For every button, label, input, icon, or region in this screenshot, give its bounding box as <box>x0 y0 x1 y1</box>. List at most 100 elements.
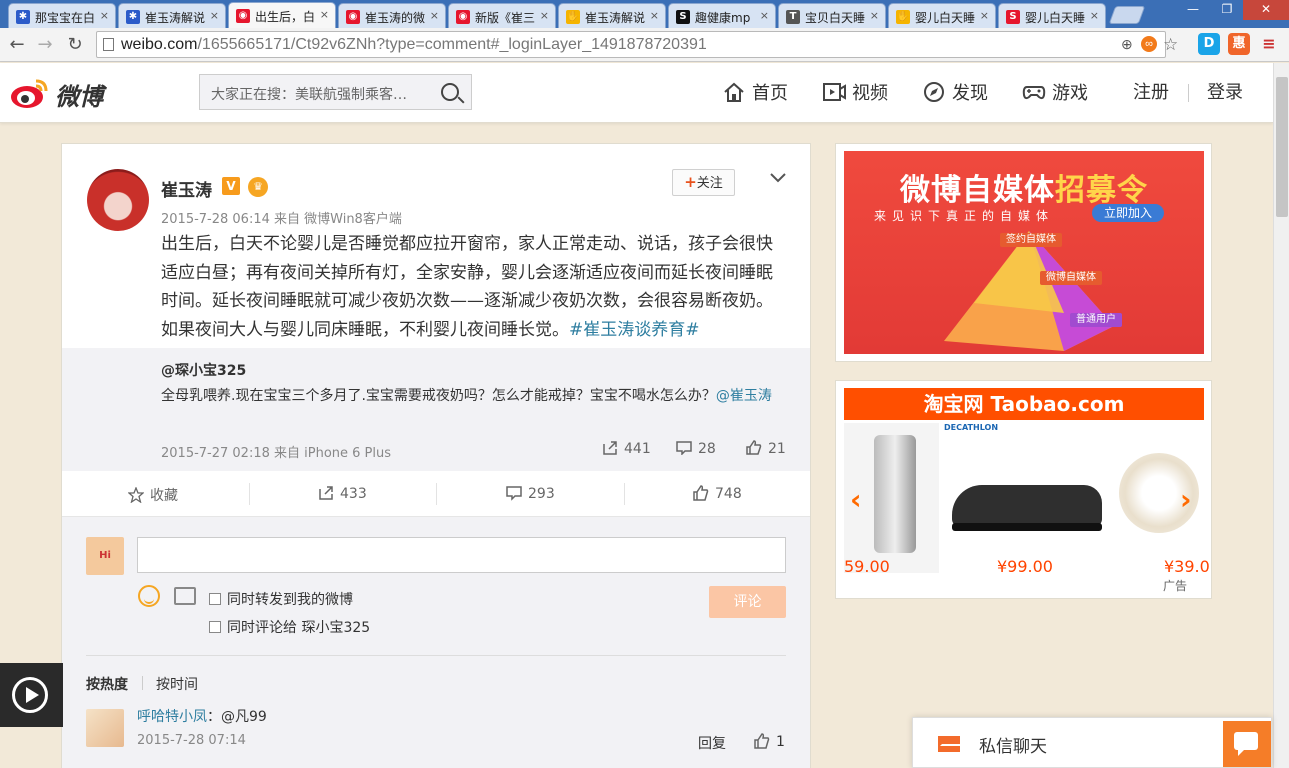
sort-by-hot[interactable]: 按热度 <box>86 674 128 694</box>
browser-tab[interactable]: S 婴儿白天睡 × <box>998 3 1106 28</box>
comment-input[interactable] <box>137 537 786 573</box>
comment-to-checkbox[interactable]: 同时评论给 琛小宝325 <box>209 617 370 637</box>
register-link[interactable]: 注册 <box>1133 81 1169 105</box>
commenter-name[interactable]: 呼哈特小凤 <box>137 709 207 725</box>
carousel-prev-icon[interactable]: ‹ <box>850 483 862 516</box>
reload-button[interactable]: ↻ <box>64 34 86 55</box>
tab-close-icon[interactable]: × <box>760 9 769 22</box>
sidebar-ad-media[interactable]: 微博自媒体招募令 来见识下真正的自媒体 立即加入 签约自媒体 微博自媒体 普通用… <box>835 143 1212 362</box>
weibo-logo-icon[interactable] <box>10 77 50 109</box>
login-link[interactable]: 登录 <box>1207 81 1243 105</box>
carousel-next-icon[interactable]: › <box>1180 483 1192 516</box>
page-scrollbar[interactable] <box>1273 63 1289 768</box>
submit-comment-button[interactable]: 评论 <box>709 586 786 618</box>
comment-section: Hi 同时转发到我的微博 同时评论给 琛小宝325 评论 按热度 按时间 呼哈特… <box>62 517 810 768</box>
weibo-logo-text[interactable]: 微博 <box>55 77 103 112</box>
brand-label: DECATHLON <box>944 423 999 432</box>
media-recruit-banner[interactable]: 微博自媒体招募令 来见识下真正的自媒体 立即加入 签约自媒体 微博自媒体 普通用… <box>844 151 1204 354</box>
extension-infinity-icon[interactable]: ∞ <box>1141 36 1157 52</box>
S-favicon-icon: S <box>1006 10 1020 24</box>
tab-close-icon[interactable]: × <box>980 9 989 22</box>
quoted-user[interactable]: @琛小宝325 <box>161 360 246 380</box>
extension-d-icon[interactable]: D <box>1198 33 1220 55</box>
search-placeholder: 大家正在搜：美联航强制乘客… <box>211 87 407 103</box>
forward-button[interactable]: 433 <box>318 485 367 502</box>
T-favicon-icon: T <box>786 10 800 24</box>
comment-button[interactable]: 293 <box>506 485 555 502</box>
tab-close-icon[interactable]: × <box>100 9 109 22</box>
weibo-favicon-icon: ◉ <box>236 9 250 23</box>
verified-v-badge[interactable]: V <box>222 177 240 195</box>
browser-tab[interactable]: ✱ 那宝宝在白 × <box>8 3 116 28</box>
tab-close-icon[interactable]: × <box>210 9 219 22</box>
taobao-header[interactable]: 淘宝网 Taobao.com <box>844 388 1204 420</box>
quoted-comment[interactable]: 28 <box>676 440 716 457</box>
join-now-button[interactable]: 立即加入 <box>1092 204 1164 222</box>
chevron-down-icon[interactable] <box>768 168 788 188</box>
forward-button[interactable]: → <box>34 34 56 55</box>
my-avatar[interactable]: Hi <box>86 537 124 575</box>
zoom-icon[interactable]: ⊕ <box>1121 32 1133 57</box>
author-name[interactable]: 崔玉涛 <box>161 176 212 201</box>
scrollbar-thumb[interactable] <box>1276 77 1288 217</box>
browser-tab[interactable]: ◉ 崔玉涛的微 × <box>338 3 446 28</box>
search-icon[interactable] <box>441 83 459 101</box>
nav-video[interactable]: 视频 <box>822 81 888 105</box>
tab-close-icon[interactable]: × <box>1090 9 1099 22</box>
image-icon[interactable] <box>174 587 196 605</box>
close-window-button[interactable]: ✕ <box>1243 0 1289 20</box>
tab-close-icon[interactable]: × <box>430 9 439 22</box>
follow-button[interactable]: +关注 <box>672 169 735 196</box>
tab-title: 崔玉涛解说 <box>585 11 646 25</box>
minimize-button[interactable]: — <box>1178 0 1208 20</box>
reply-button[interactable]: 回复 <box>698 733 726 753</box>
emoji-icon[interactable] <box>138 585 160 607</box>
tab-close-icon[interactable]: × <box>320 8 329 21</box>
sort-by-time[interactable]: 按时间 <box>156 674 198 694</box>
url-domain: weibo.com <box>121 36 198 53</box>
sidebar-ad-taobao[interactable]: 淘宝网 Taobao.com DECATHLON 59.00 ¥99.00 ¥3… <box>835 380 1212 599</box>
video-icon <box>823 83 846 101</box>
repost-checkbox[interactable]: 同时转发到我的微博 <box>209 589 353 609</box>
new-tab-button[interactable] <box>1108 6 1146 24</box>
browser-tab[interactable]: ◉ 出生后，白 × <box>228 2 336 29</box>
floating-video-player[interactable] <box>0 663 63 727</box>
browser-tab[interactable]: S 趣健康mp × <box>668 3 776 28</box>
browser-tab[interactable]: ✋ 婴儿白天睡 × <box>888 3 996 28</box>
chat-bubble-icon[interactable] <box>1223 721 1271 767</box>
menu-icon[interactable]: ≡ <box>1258 33 1280 55</box>
quoted-forward[interactable]: 441 <box>602 440 651 457</box>
weibo-header: 微博 大家正在搜：美联航强制乘客… 首页 视频 发现 游戏 注册 登录 <box>0 63 1273 123</box>
tab-title: 出生后，白 <box>255 10 316 24</box>
topic-link[interactable]: #崔玉涛谈养育# <box>569 320 700 340</box>
comment-like-button[interactable]: 1 <box>754 733 785 750</box>
browser-tab[interactable]: ✋ 崔玉涛解说 × <box>558 3 666 28</box>
tab-close-icon[interactable]: × <box>650 9 659 22</box>
nav-discover[interactable]: 发现 <box>922 81 988 105</box>
nav-home[interactable]: 首页 <box>722 81 788 105</box>
nav-games[interactable]: 游戏 <box>1022 81 1088 105</box>
browser-tab[interactable]: ✱ 崔玉涛解说 × <box>118 3 226 28</box>
browser-tab[interactable]: ◉ 新版《崔三 × <box>448 3 556 28</box>
address-bar[interactable]: weibo.com/1655665171/Ct92v6ZNh?type=comm… <box>96 31 1178 58</box>
commenter-avatar[interactable] <box>86 709 124 747</box>
bookmark-star-icon[interactable]: ☆ <box>1163 32 1178 57</box>
member-crown-icon[interactable]: ♛ <box>248 177 268 197</box>
browser-tabbar: ✱ 那宝宝在白 × ✱ 崔玉涛解说 × ◉ 出生后，白 × ◉ 崔玉涛的微 × ◉ 新版《崔三 × ✋ 崔玉涛解… <box>0 0 1289 29</box>
private-chat-bar[interactable]: 私信聊天 <box>912 717 1272 768</box>
tab-title: 崔玉涛解说 <box>145 11 206 25</box>
favorite-button[interactable]: 收藏 <box>128 485 178 505</box>
browser-tab[interactable]: T 宝贝白天睡 × <box>778 3 886 28</box>
maximize-button[interactable]: ❐ <box>1212 0 1242 20</box>
product-shoe[interactable]: DECATHLON <box>944 423 1104 573</box>
tab-close-icon[interactable]: × <box>540 9 549 22</box>
quoted-like[interactable]: 21 <box>746 440 786 457</box>
like-button[interactable]: 748 <box>693 485 742 502</box>
author-avatar[interactable] <box>87 169 149 231</box>
back-button[interactable]: ← <box>6 34 28 55</box>
tab-close-icon[interactable]: × <box>870 9 879 22</box>
quoted-mention[interactable]: @崔玉涛 <box>716 388 772 404</box>
search-input[interactable]: 大家正在搜：美联航强制乘客… <box>199 74 472 110</box>
extension-orange-icon[interactable]: 惠 <box>1228 33 1250 55</box>
level-mid: 微博自媒体 <box>1040 271 1102 285</box>
